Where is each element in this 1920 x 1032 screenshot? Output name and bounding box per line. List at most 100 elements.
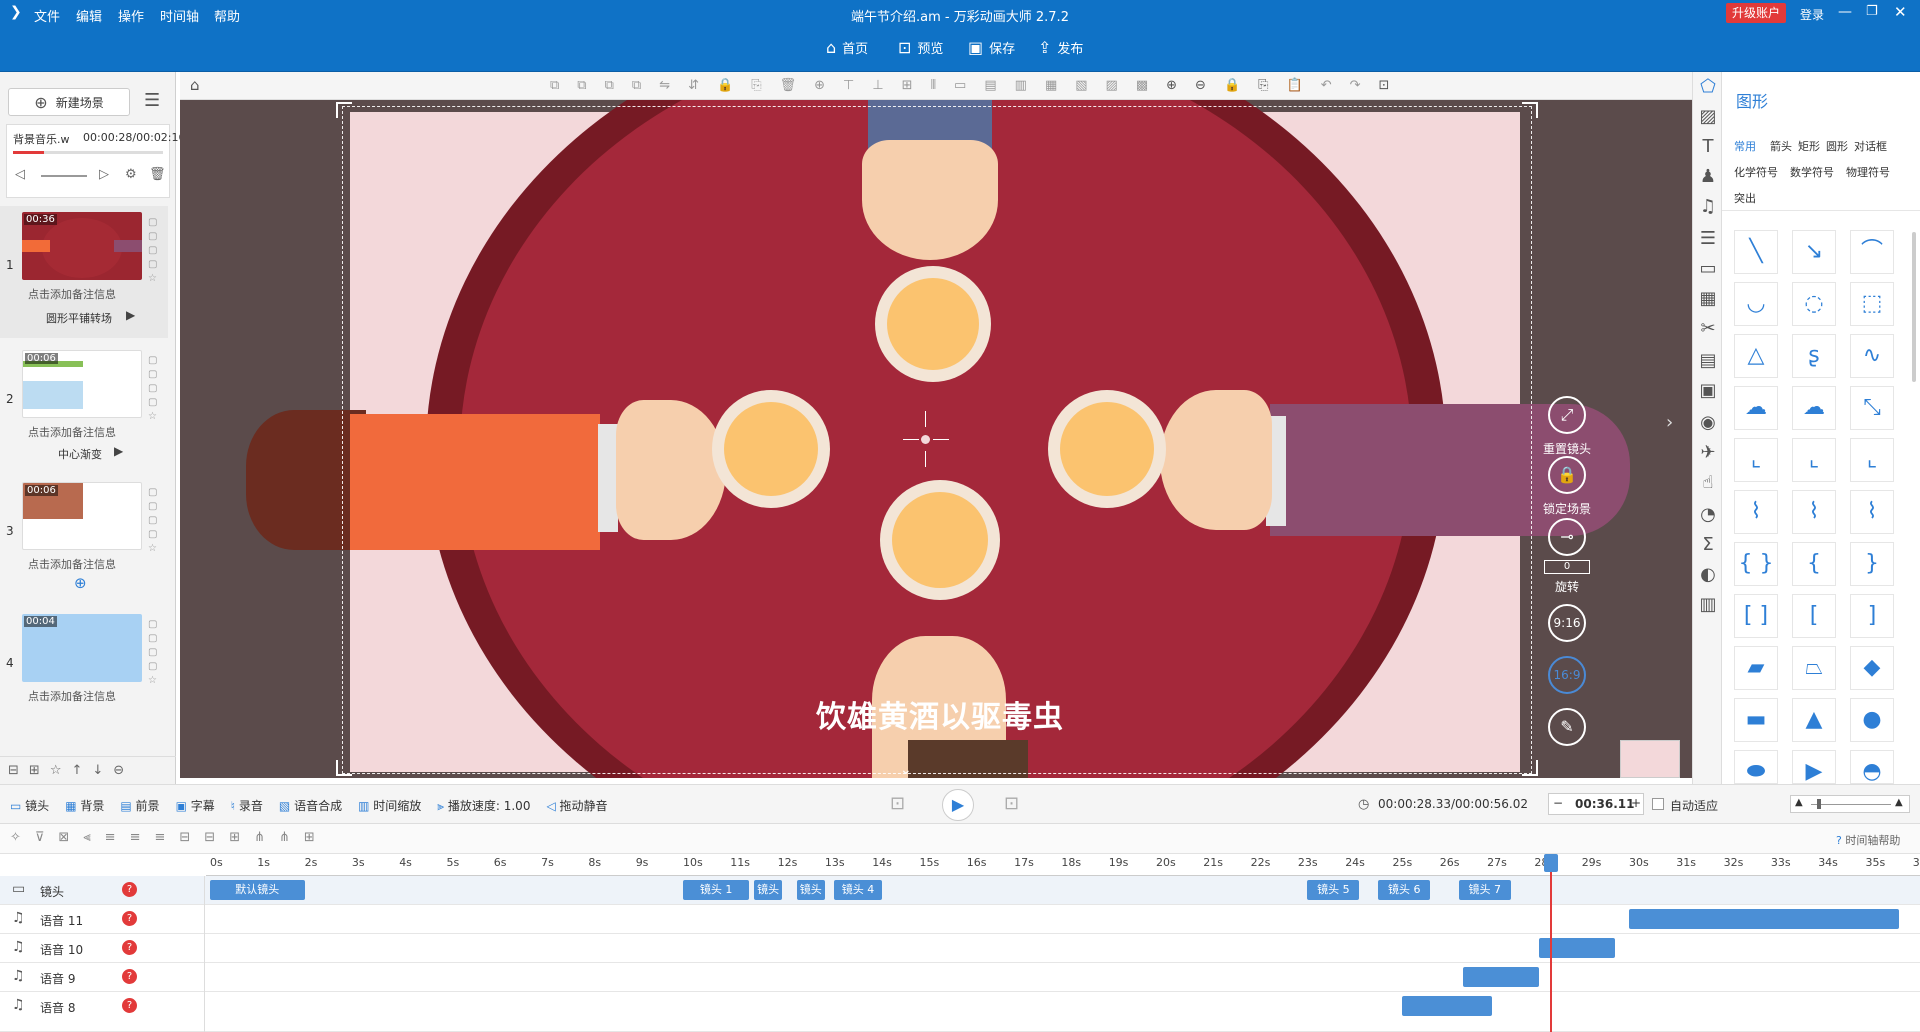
drop-icon[interactable]: ◐ xyxy=(1695,564,1721,590)
timeline-help-link[interactable]: ? 时间轴帮助 xyxy=(1836,832,1900,848)
rotate-dial[interactable]: ⊸ xyxy=(1548,518,1586,556)
copy-icon[interactable]: ⎘ xyxy=(1258,78,1268,93)
timeline-clip[interactable]: 镜头 xyxy=(753,880,783,900)
music-progress[interactable] xyxy=(13,151,163,154)
panel-toggle-icon[interactable]: › xyxy=(1666,412,1673,433)
zoom-out-icon[interactable]: ▲ xyxy=(1795,797,1803,808)
shape-triangle-outline[interactable]: △ xyxy=(1734,334,1778,378)
shape-curve[interactable]: ◡ xyxy=(1734,282,1778,326)
redo-icon[interactable]: ↷ xyxy=(1350,78,1361,93)
scene-actions-icon[interactable]: ▢ ▢ ▢ ▢ ☆ xyxy=(148,216,157,286)
add-scene-icon[interactable]: ⊕ xyxy=(74,574,87,592)
tab-physics[interactable]: 物理符号 xyxy=(1846,164,1890,180)
shape-semicircle[interactable]: ◓ xyxy=(1850,750,1894,784)
shape-diamond[interactable]: ◆ xyxy=(1850,646,1894,690)
shape-s-double[interactable]: ⌇ xyxy=(1850,490,1894,534)
add-icon[interactable]: ⊞ xyxy=(304,830,315,845)
zoom-out-icon[interactable]: ⊖ xyxy=(1195,78,1206,93)
shape-brackets[interactable]: [ ] xyxy=(1734,594,1778,638)
help-badge-icon[interactable]: ? xyxy=(122,998,137,1013)
tab-rect[interactable]: 矩形 xyxy=(1798,138,1820,154)
timeline-clip[interactable]: 镜头 6 xyxy=(1378,880,1431,900)
volume-slider[interactable] xyxy=(41,175,87,177)
publish-button[interactable]: ⇪ 发布 xyxy=(1038,38,1083,57)
tab-dialog[interactable]: 对话框 xyxy=(1854,138,1887,154)
play-button[interactable]: ▶ xyxy=(942,789,974,821)
align-icon[interactable]: ▧ xyxy=(1075,78,1087,93)
tab-common[interactable]: 常用 xyxy=(1734,138,1756,154)
login-button[interactable]: 登录 xyxy=(1800,6,1824,23)
tools-icon[interactable]: ✂ xyxy=(1695,318,1721,344)
select-icon[interactable]: ⊠ xyxy=(58,830,69,845)
scene-item-2[interactable]: 2 00:06 点击添加备注信息 中心渐变 ▶ ▢ ▢ ▢ ▢ ☆ xyxy=(0,344,168,470)
tab-chemistry[interactable]: 化学符号 xyxy=(1734,164,1778,180)
collapse-timeline-icon[interactable]: ⌄ xyxy=(900,762,912,778)
flip-icon[interactable]: ⇋ xyxy=(659,78,670,93)
shape-elbow[interactable]: ⌞ xyxy=(1734,438,1778,482)
timeline-clip[interactable] xyxy=(1401,996,1492,1016)
layer-icon[interactable]: ⧉ xyxy=(632,78,641,93)
lock-scene-button[interactable]: 🔒 xyxy=(1548,456,1586,494)
ratio-16-9-button[interactable]: 16:9 xyxy=(1548,656,1586,694)
lock-icon[interactable]: 🔒 xyxy=(717,78,733,93)
shape-triangle[interactable]: ▲ xyxy=(1792,698,1836,742)
shape-cloud2[interactable]: ☁ xyxy=(1792,386,1836,430)
distribute-icon[interactable]: ⊞ xyxy=(229,830,240,845)
tab-circle[interactable]: 圆形 xyxy=(1826,138,1848,154)
shape-cloud[interactable]: ☁ xyxy=(1734,386,1778,430)
more-icon[interactable]: ⊖ xyxy=(113,763,124,778)
tab-math[interactable]: 数学符号 xyxy=(1790,164,1834,180)
upgrade-account-button[interactable]: 升级账户 xyxy=(1726,3,1787,23)
hand-icon[interactable]: ☝ xyxy=(1695,472,1721,498)
delete-icon[interactable]: 🗑 xyxy=(149,167,166,182)
ratio-9-16-button[interactable]: 9:16 xyxy=(1548,604,1586,642)
tab-arrow[interactable]: 箭头 xyxy=(1770,138,1792,154)
undo-icon[interactable]: ↶ xyxy=(1321,78,1332,93)
help-badge-icon[interactable]: ? xyxy=(122,911,137,926)
home-view-icon[interactable]: ⌂ xyxy=(190,76,200,94)
photo-icon[interactable]: ▦ xyxy=(1695,288,1721,314)
align-icon[interactable]: ▦ xyxy=(1045,78,1057,93)
save-button[interactable]: ▣ 保存 xyxy=(968,38,1015,57)
shape-double-arrow[interactable]: ⤡ xyxy=(1850,386,1894,430)
rotate-value[interactable]: 0 xyxy=(1544,560,1590,574)
zoom-stepper[interactable]: − 00:36.11 + xyxy=(1548,793,1644,815)
minus-icon[interactable]: − xyxy=(1553,796,1563,810)
zoom-in-icon[interactable]: ▲ xyxy=(1895,797,1903,808)
time-scale-button[interactable]: ▥ 时间缩放 xyxy=(358,797,421,814)
move-down-icon[interactable]: ↓ xyxy=(92,763,103,778)
key-icon[interactable]: ✧ xyxy=(10,830,21,845)
distribute-icon[interactable]: ⋔ xyxy=(254,830,265,845)
align-icon[interactable]: ▭ xyxy=(954,78,966,93)
scene-actions-icon[interactable]: ▢ ▢ ▢ ▢ ☆ xyxy=(148,618,157,688)
menu-file[interactable]: 文件 xyxy=(34,6,60,25)
restore-icon[interactable]: ❐ xyxy=(1866,4,1878,19)
shape-s-arrow[interactable]: ⌇ xyxy=(1792,490,1836,534)
align-left-icon[interactable]: ⫷ xyxy=(83,830,90,845)
plane-icon[interactable]: ✈ xyxy=(1695,442,1721,468)
panel-scrollbar[interactable] xyxy=(1912,232,1916,382)
minimize-icon[interactable]: — xyxy=(1838,4,1852,20)
time-ruler[interactable]: 0s 1s 2s 3s 4s 5s 6s 7s 8s 9s 10s 11s 12s 13s 14s 15s 16… xyxy=(206,854,1920,876)
timeline-clip[interactable] xyxy=(1629,909,1899,929)
shape-wave[interactable]: ∿ xyxy=(1850,334,1894,378)
shape-braces[interactable]: { } xyxy=(1734,542,1778,586)
scene-thumbnail[interactable]: 00:06 xyxy=(22,482,142,550)
foreground-track-button[interactable]: ▤ 前景 xyxy=(120,797,159,814)
stage-canvas[interactable]: 饮雄黄酒以驱毒虫 ⤢ 重置镜头 🔒 锁定场景 ⊸ 0 旋转 9:16 16:9 … xyxy=(180,100,1692,778)
tts-button[interactable]: ▧ 语音合成 xyxy=(279,797,342,814)
timeline-clip[interactable]: 镜头 5 xyxy=(1307,880,1360,900)
help-badge-icon[interactable]: ? xyxy=(122,882,137,897)
export-scene-icon[interactable]: ⊞ xyxy=(29,763,40,778)
subtitle-text[interactable]: 饮雄黄酒以驱毒虫 xyxy=(600,692,1280,736)
shape-elbow-arrow[interactable]: ⌞ xyxy=(1792,438,1836,482)
menu-help[interactable]: 帮助 xyxy=(214,6,240,25)
track-row-voice-8[interactable]: ♫ 语音 8 ? xyxy=(0,992,1920,1032)
favorite-icon[interactable]: ☆ xyxy=(50,763,62,778)
shape-left-brace[interactable]: { xyxy=(1792,542,1836,586)
layer-icon[interactable]: ⧉ xyxy=(550,78,559,93)
shape-right-brace[interactable]: } xyxy=(1850,542,1894,586)
distribute-icon[interactable]: ⋔ xyxy=(279,830,290,845)
volume-down-icon[interactable]: ◁ xyxy=(15,167,25,182)
help-badge-icon[interactable]: ? xyxy=(122,969,137,984)
